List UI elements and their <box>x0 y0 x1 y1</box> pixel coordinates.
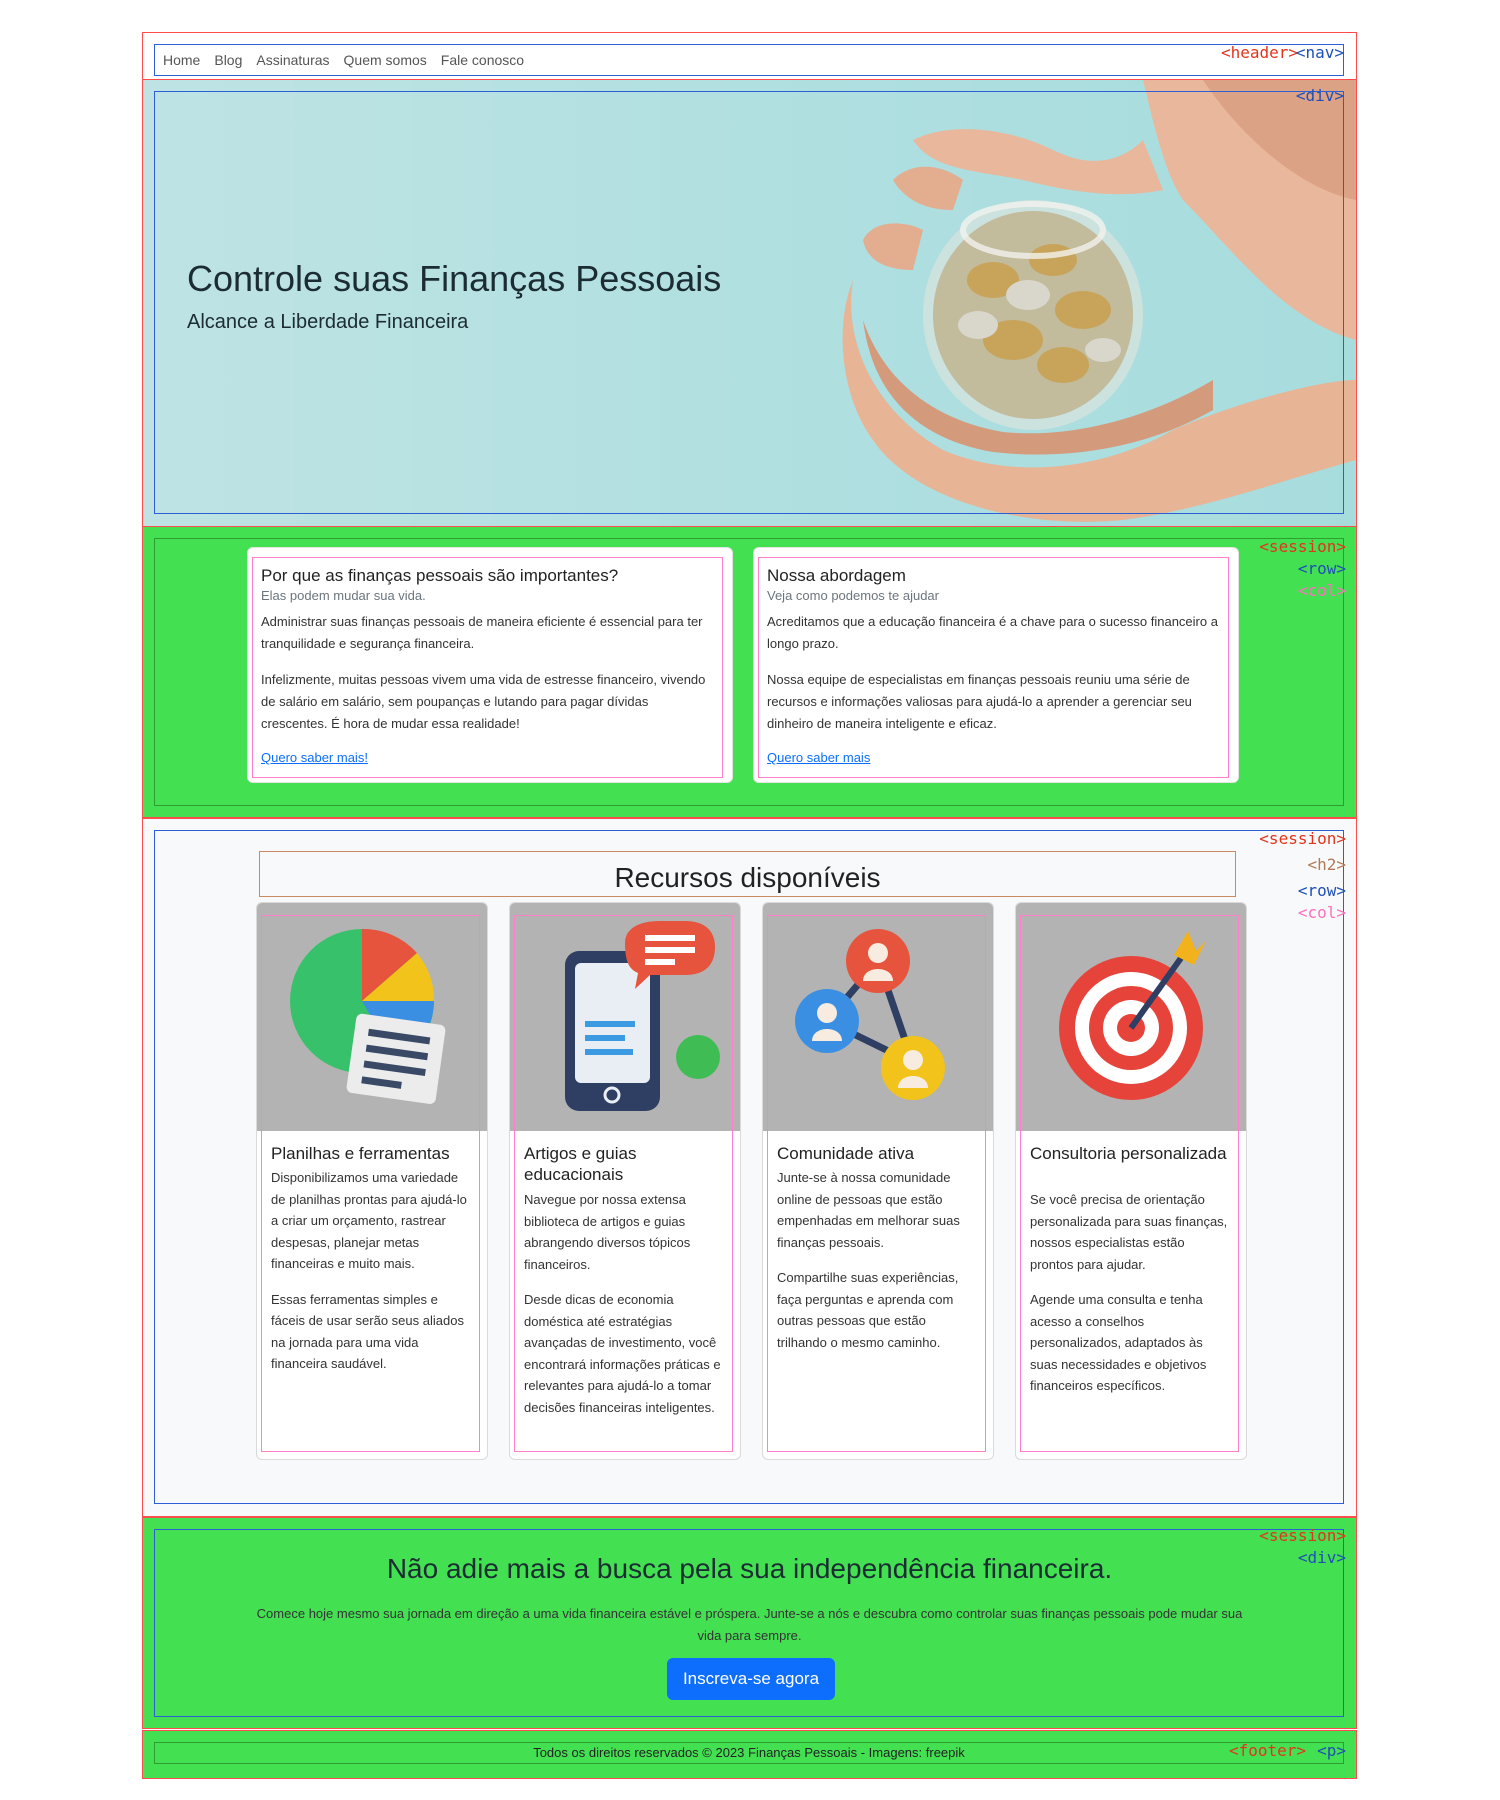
approach-card-title: Nossa abordagem <box>767 566 906 585</box>
resource-card-artigos: Artigos e guias educacionais Navegue por… <box>509 902 741 1460</box>
hero-banner: Controle suas Finanças Pessoais Alcance … <box>142 79 1357 528</box>
debug-tag-p: <p> <box>1317 1741 1346 1760</box>
resource-card-paragraph: Agende uma consulta e tenha acesso a con… <box>1030 1292 1207 1393</box>
why-section: Por que as finanças pessoais são importa… <box>142 526 1357 818</box>
debug-tag-session: <session> <box>1259 537 1346 556</box>
resource-card-paragraph: Essas ferramentas simples e fáceis de us… <box>271 1291 464 1372</box>
resource-card-body: Junte-se à nossa comunidade online de pe… <box>777 1167 975 1367</box>
nav-quem-somos[interactable]: Quem somos <box>344 52 427 68</box>
debug-tag-footer: <footer> <box>1228 1741 1306 1760</box>
debug-tag-row: <row> <box>1297 881 1346 900</box>
approach-card-paragraph: Nossa equipe de especialistas em finança… <box>767 672 1192 731</box>
resources-section: Recursos disponíveis Planilhas e ferrame… <box>142 818 1357 1517</box>
debug-tag-div: <div> <box>1297 1548 1346 1567</box>
nav-home[interactable]: Home <box>163 52 200 68</box>
nav-assinaturas[interactable]: Assinaturas <box>256 52 329 68</box>
resource-card-body: Disponibilizamos uma variedade de planil… <box>271 1167 469 1389</box>
footer-text: Todos os direitos reservados © 2023 Fina… <box>533 1745 965 1760</box>
resource-card-paragraph: Desde dicas de economia doméstica até es… <box>524 1292 721 1415</box>
nav-fale-conosco[interactable]: Fale conosco <box>441 52 524 68</box>
resource-card-paragraph: Compartilhe suas experiências, faça perg… <box>777 1270 959 1350</box>
debug-tag-nav: <nav> <box>1295 43 1344 62</box>
approach-card-link[interactable]: Quero saber mais <box>767 750 870 765</box>
resource-card-planilhas: Planilhas e ferramentas Disponibilizamos… <box>256 902 488 1460</box>
why-card-paragraph: Infelizmente, muitas pessoas vivem uma v… <box>261 672 706 731</box>
why-card-subtitle: Elas podem mudar sua vida. <box>261 588 426 603</box>
why-card-title: Por que as finanças pessoais são importa… <box>261 566 619 585</box>
debug-tag-col: <col> <box>1297 903 1346 922</box>
hero-subtitle: Alcance a Liberdade Financeira <box>187 311 469 333</box>
debug-tag-row: <row> <box>1297 559 1346 578</box>
resource-card-body: Se você precisa de orientação personaliz… <box>1030 1189 1228 1411</box>
resource-card-paragraph: Junte-se à nossa comunidade online de pe… <box>777 1170 960 1250</box>
debug-tag-col: <col> <box>1297 581 1346 600</box>
approach-card: Nossa abordagem Veja como podemos te aju… <box>753 547 1239 783</box>
cta-section: Não adie mais a busca pela sua independê… <box>142 1517 1357 1729</box>
resource-card-title: Planilhas e ferramentas <box>271 1144 450 1163</box>
why-card-col: Por que as finanças pessoais são importa… <box>252 557 723 778</box>
debug-tag-header: <header> <box>1220 43 1298 62</box>
debug-tag-h2: <h2> <box>1307 855 1346 874</box>
cta-text: Comece hoje mesmo sua jornada em direção… <box>256 1606 1243 1643</box>
resource-card-comunidade: Comunidade ativa Junte-se à nossa comuni… <box>762 902 994 1460</box>
resource-card-paragraph: Se você precisa de orientação personaliz… <box>1030 1192 1228 1272</box>
main-nav: Home Blog Assinaturas Quem somos Fale co… <box>154 44 1344 76</box>
resource-card-paragraph: Navegue por nossa extensa biblioteca de … <box>524 1192 691 1272</box>
approach-card-paragraph: Acreditamos que a educação financeira é … <box>767 614 1218 651</box>
subscribe-button[interactable]: Inscreva-se agora <box>667 1658 835 1700</box>
resources-heading: Recursos disponíveis <box>259 851 1236 897</box>
resource-card-title: Consultoria personalizada <box>1030 1144 1227 1163</box>
debug-tag-div: <div> <box>1295 86 1344 105</box>
hero-container <box>154 91 1344 514</box>
why-card: Por que as finanças pessoais são importa… <box>247 547 733 783</box>
approach-card-col: Nossa abordagem Veja como podemos te aju… <box>758 557 1229 778</box>
debug-tag-session: <session> <box>1259 829 1346 848</box>
footer-container: Todos os direitos reservados © 2023 Fina… <box>154 1742 1344 1764</box>
nav-blog[interactable]: Blog <box>214 52 242 68</box>
resource-card-title: Artigos e guias educacionais <box>524 1144 637 1184</box>
resource-card-body: Navegue por nossa extensa biblioteca de … <box>524 1189 722 1432</box>
resource-card-consultoria: Consultoria personalizada Se você precis… <box>1015 902 1247 1460</box>
approach-card-subtitle: Veja como podemos te ajudar <box>767 588 939 603</box>
resource-card-title: Comunidade ativa <box>777 1144 915 1163</box>
site-header: Home Blog Assinaturas Quem somos Fale co… <box>142 32 1357 81</box>
hero-title: Controle suas Finanças Pessoais <box>187 258 722 299</box>
resource-card-paragraph: Disponibilizamos uma variedade de planil… <box>271 1170 467 1271</box>
debug-tag-session: <session> <box>1259 1526 1346 1545</box>
why-card-paragraph: Administrar suas finanças pessoais de ma… <box>261 614 703 651</box>
cta-heading: Não adie mais a busca pela sua independê… <box>386 1553 1113 1584</box>
why-card-link[interactable]: Quero saber mais! <box>261 750 368 765</box>
site-footer: Todos os direitos reservados © 2023 Fina… <box>142 1730 1357 1779</box>
